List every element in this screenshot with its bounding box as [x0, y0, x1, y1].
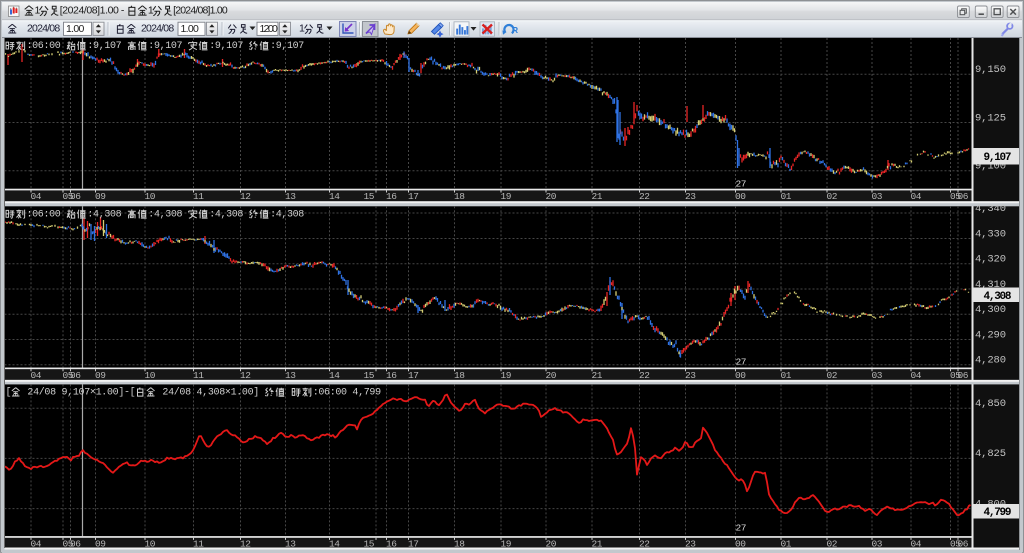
svg-text::9,107: :9,107: [148, 41, 188, 52]
svg-text:17: 17: [408, 370, 419, 381]
svg-text:4,320: 4,320: [975, 254, 1006, 266]
svg-text::06:00 4,799: :06:00 4,799: [313, 388, 381, 399]
svg-text:18: 18: [454, 191, 465, 202]
svg-text:19: 19: [501, 370, 512, 381]
svg-text:03: 03: [872, 191, 883, 202]
svg-text:04: 04: [31, 370, 42, 381]
svg-text:24/08 9,107×1.00]-[: 24/08 9,107×1.00]-[: [22, 387, 136, 399]
svg-text:01: 01: [781, 191, 792, 202]
svg-text:[2024/08]1.00: [2024/08]1.00: [173, 4, 228, 16]
svg-text:12: 12: [240, 370, 251, 381]
svg-text:27: 27: [736, 179, 747, 190]
svg-text:4,330: 4,330: [975, 228, 1006, 240]
svg-text:1: 1: [35, 4, 41, 16]
svg-text:19: 19: [501, 191, 512, 202]
svg-text:01: 01: [781, 370, 792, 381]
svg-text:4,308: 4,308: [984, 291, 1012, 303]
svg-text:10: 10: [145, 191, 156, 202]
svg-text:06: 06: [958, 370, 969, 381]
svg-text:2024/08: 2024/08: [27, 23, 60, 35]
svg-text:03: 03: [872, 370, 883, 381]
svg-text:4,290: 4,290: [975, 329, 1006, 341]
svg-text:06: 06: [70, 191, 81, 202]
svg-text:11: 11: [193, 191, 204, 202]
svg-text:15: 15: [364, 191, 375, 202]
svg-text:06: 06: [70, 370, 81, 381]
svg-text:02: 02: [827, 370, 838, 381]
svg-text:14: 14: [329, 370, 340, 381]
svg-text::4,308: :4,308: [148, 210, 188, 221]
svg-text::9,107: :9,107: [270, 41, 304, 52]
svg-text:00: 00: [735, 191, 746, 202]
svg-text:00: 00: [735, 370, 746, 381]
svg-text:22: 22: [639, 191, 650, 202]
svg-text::9,107: :9,107: [209, 41, 249, 52]
svg-text::4,308: :4,308: [270, 210, 304, 221]
svg-text:2024/08: 2024/08: [141, 23, 174, 35]
svg-text:1.00: 1.00: [66, 23, 85, 35]
svg-text:18: 18: [454, 370, 465, 381]
svg-text:4,850: 4,850: [975, 398, 1006, 410]
svg-text:1.00: 1.00: [181, 23, 200, 35]
svg-text:1: 1: [299, 23, 305, 35]
svg-text::06:00: :06:00: [27, 210, 67, 221]
svg-text:9,107: 9,107: [984, 152, 1012, 164]
svg-text:23: 23: [685, 370, 696, 381]
svg-text:14: 14: [329, 191, 340, 202]
svg-text:9,125: 9,125: [975, 112, 1006, 124]
svg-text:20: 20: [546, 370, 557, 381]
svg-text:04: 04: [31, 191, 42, 202]
svg-text:10: 10: [145, 370, 156, 381]
svg-text:1: 1: [148, 4, 154, 16]
svg-text:09: 09: [95, 191, 106, 202]
svg-text:4,825: 4,825: [975, 448, 1006, 460]
svg-text::4,308: :4,308: [87, 210, 127, 221]
svg-text::9,107: :9,107: [87, 41, 127, 52]
svg-text:13: 13: [285, 191, 296, 202]
svg-text:11: 11: [193, 370, 204, 381]
svg-text:06: 06: [958, 191, 969, 202]
svg-text:24/08 4,308×1.00]: 24/08 4,308×1.00]: [157, 387, 265, 399]
svg-text:21: 21: [592, 370, 603, 381]
svg-text:12: 12: [240, 191, 251, 202]
svg-text:21: 21: [592, 191, 603, 202]
svg-text:04: 04: [911, 370, 922, 381]
svg-text:02: 02: [827, 191, 838, 202]
svg-text:20: 20: [546, 191, 557, 202]
svg-text:[2024/08]1.00 -: [2024/08]1.00 -: [60, 4, 127, 16]
svg-text:R: R: [512, 25, 518, 35]
svg-text:15: 15: [364, 370, 375, 381]
svg-text:23: 23: [685, 191, 696, 202]
svg-text:[: [: [6, 387, 12, 399]
svg-text::4,308: :4,308: [209, 210, 249, 221]
svg-text:4,340: 4,340: [975, 203, 1006, 215]
svg-text:13: 13: [285, 370, 296, 381]
svg-text:22: 22: [639, 370, 650, 381]
svg-text::06:00: :06:00: [27, 41, 67, 52]
svg-text:09: 09: [95, 370, 106, 381]
svg-text:4,300: 4,300: [975, 304, 1006, 316]
svg-text:4,799: 4,799: [984, 507, 1012, 519]
svg-text:16: 16: [386, 191, 397, 202]
svg-text:04: 04: [911, 191, 922, 202]
svg-text:9,150: 9,150: [975, 64, 1006, 76]
svg-text:1200: 1200: [260, 23, 279, 35]
svg-text:27: 27: [736, 523, 747, 534]
svg-text:16: 16: [386, 370, 397, 381]
svg-text:27: 27: [736, 357, 747, 368]
svg-text:17: 17: [408, 191, 419, 202]
svg-text:4,280: 4,280: [975, 355, 1006, 367]
